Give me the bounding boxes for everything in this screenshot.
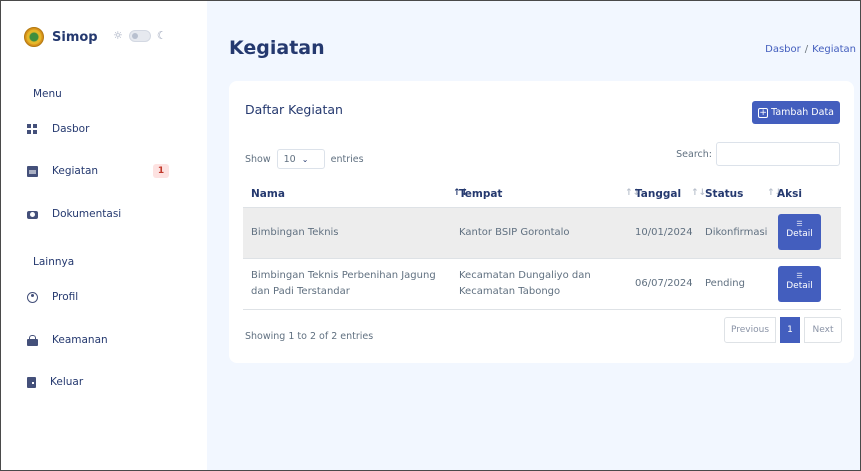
sidebar-item-label: Keluar (50, 376, 84, 388)
search-control: Search: (676, 142, 840, 166)
detail-label: Detail (786, 229, 813, 239)
page-title: Kegiatan (229, 37, 325, 59)
column-header-tempat[interactable]: Tempat (459, 188, 502, 200)
sun-icon: ☼ (113, 29, 123, 42)
sidebar-item-label: Profil (52, 291, 79, 303)
table-info: Showing 1 to 2 of 2 entries (245, 331, 374, 342)
search-input[interactable] (716, 142, 840, 166)
list-icon: ☰ (796, 272, 803, 280)
sidebar-item-label: Dokumentasi (52, 208, 122, 220)
add-data-label: Tambah Data (771, 107, 834, 118)
detail-button[interactable]: ☰ Detail (778, 266, 821, 302)
table-row: Bimbingan Teknis Perbenihan Jagung dan P… (243, 259, 841, 310)
cell-status: Dikonfirmasi (705, 227, 768, 238)
table-row: Bimbingan Teknis Kantor BSIP Gorontalo 1… (243, 208, 841, 259)
logo-icon (24, 27, 44, 47)
moon-icon: ☾ (156, 29, 167, 42)
cell-tempat: Kantor BSIP Gorontalo (459, 227, 570, 238)
chevron-down-icon: ⌄ (301, 154, 309, 164)
cell-nama: Bimbingan Teknis Perbenihan Jagung dan P… (251, 270, 436, 297)
door-icon (27, 376, 36, 388)
other-section-title: Lainnya (33, 256, 75, 268)
detail-label: Detail (786, 281, 813, 291)
column-header-aksi: Aksi (777, 188, 802, 200)
sidebar-item-keamanan[interactable]: Keamanan (27, 327, 187, 353)
sidebar-item-dasbor[interactable]: Dasbor (27, 116, 187, 142)
breadcrumb-link-dasbor[interactable]: Dasbor (765, 44, 801, 55)
pagination-previous[interactable]: Previous (724, 317, 776, 343)
sidebar-item-dokumentasi[interactable]: Dokumentasi (27, 201, 187, 227)
sidebar-item-label: Dasbor (52, 123, 90, 135)
show-label: Show (245, 153, 271, 165)
camera-icon (27, 211, 38, 219)
sidebar-item-kegiatan[interactable]: Kegiatan 1 (27, 158, 187, 184)
cell-nama: Bimbingan Teknis (251, 227, 339, 238)
brand-name: Simop (52, 29, 98, 45)
dashboard-grid-icon (27, 123, 38, 135)
entries-select-value: 10 (283, 153, 296, 165)
breadcrumb-current: Kegiatan (812, 44, 856, 55)
card-title: Daftar Kegiatan (245, 102, 343, 117)
column-header-tanggal[interactable]: Tanggal (635, 188, 681, 200)
pagination-next[interactable]: Next (804, 317, 842, 343)
plus-square-icon: + (758, 107, 769, 118)
theme-switch[interactable] (128, 29, 151, 42)
cell-tanggal: 06/07/2024 (635, 278, 693, 289)
pagination-page-1[interactable]: 1 (780, 317, 800, 343)
lock-icon (27, 334, 38, 346)
table-header: Nama ↑↓ Tempat ↑↓ Tanggal ↑↓ Status ↑↓ A… (243, 180, 841, 208)
breadcrumb: Dasbor / Kegiatan (765, 44, 856, 55)
main-content: Kegiatan Dasbor / Kegiatan Daftar Kegiatan… (207, 1, 860, 470)
entries-select[interactable]: 10 ⌄ (276, 149, 325, 169)
list-icon: ☰ (796, 220, 803, 228)
theme-toggle[interactable]: ☼ ☾ (113, 29, 167, 42)
sort-icon[interactable]: ↑↓ (691, 188, 706, 198)
user-circle-icon (27, 291, 38, 303)
sidebar-item-label: Keamanan (52, 334, 108, 346)
add-data-button[interactable]: + Tambah Data (752, 101, 840, 124)
pagination: Previous 1 Next (724, 317, 842, 343)
search-label: Search: (676, 148, 712, 160)
column-header-status[interactable]: Status (705, 188, 743, 200)
entries-length-control: Show 10 ⌄ entries (245, 149, 364, 169)
notification-badge: 1 (153, 164, 169, 178)
sidebar-item-keluar[interactable]: Keluar (27, 369, 187, 395)
sidebar-item-profil[interactable]: Profil (27, 284, 187, 310)
entries-label: entries (330, 153, 364, 165)
calendar-icon (27, 165, 38, 177)
cell-tempat: Kecamatan Dungaliyo dan Kecamatan Tabong… (459, 270, 591, 297)
brand[interactable]: Simop (24, 27, 98, 47)
activity-card: Daftar Kegiatan + Tambah Data Show 10 ⌄ … (229, 81, 854, 363)
breadcrumb-separator: / (804, 44, 809, 55)
sidebar-item-label: Kegiatan (52, 165, 99, 177)
detail-button[interactable]: ☰ Detail (778, 214, 821, 250)
cell-tanggal: 10/01/2024 (635, 227, 693, 238)
menu-section-title: Menu (33, 88, 62, 100)
column-header-nama[interactable]: Nama (251, 188, 285, 200)
cell-status: Pending (705, 278, 745, 289)
sidebar: Simop ☼ ☾ Menu Dasbor Kegiatan 1 Dokumen… (1, 1, 207, 470)
